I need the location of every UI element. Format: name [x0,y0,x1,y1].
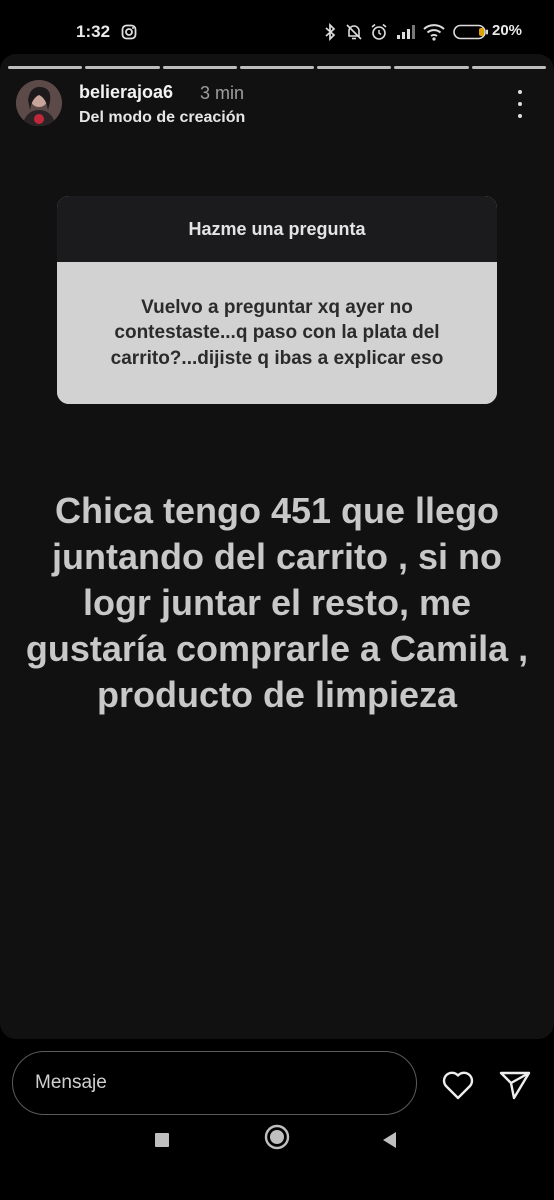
signal-icon [395,22,417,42]
progress-segment [394,66,469,69]
wifi-icon [422,22,446,42]
story-progress-bar [8,66,546,69]
progress-segment [471,66,546,69]
question-text: Vuelvo a preguntar xq ayer no contestast… [57,262,497,404]
home-button[interactable] [263,1124,291,1150]
instagram-icon [120,22,138,42]
back-button[interactable] [378,1128,402,1152]
post-time: 3 min [200,83,245,103]
progress-segment [85,66,160,69]
heart-icon [442,1071,474,1100]
story-subtitle[interactable]: Del modo de creación [79,109,245,127]
answer-text: Chica tengo 451 que llego juntando del c… [25,490,529,715]
like-button[interactable] [440,1068,476,1102]
progress-segment [317,66,392,69]
message-input[interactable] [12,1051,417,1115]
home-circle-icon [264,1124,290,1150]
send-button[interactable] [498,1068,532,1102]
question-sticker-header: Hazme una pregunta [57,196,497,262]
status-bar: 1:32 20% [0,0,554,60]
bell-off-icon [344,22,364,42]
more-dot-icon [518,102,522,106]
username[interactable]: belierajoa6 [79,82,173,103]
alarm-icon [369,22,389,42]
progress-segment [162,66,237,69]
recents-button[interactable] [150,1128,174,1152]
status-time: 1:32 [76,22,111,41]
avatar[interactable] [16,80,62,126]
send-icon [499,1071,531,1100]
bluetooth-icon [322,22,338,42]
square-icon [155,1133,169,1147]
battery-percent: 20% [492,22,523,39]
more-dot-icon [518,90,522,94]
question-sticker: Hazme una pregunta Vuelvo a preguntar xq… [57,196,497,404]
battery-icon [452,22,490,42]
back-triangle-icon [383,1132,396,1148]
more-dot-icon [518,114,522,118]
progress-segment [8,66,83,69]
system-nav-bar [0,1110,554,1200]
more-options-button[interactable] [508,90,532,118]
progress-segment [239,66,315,69]
